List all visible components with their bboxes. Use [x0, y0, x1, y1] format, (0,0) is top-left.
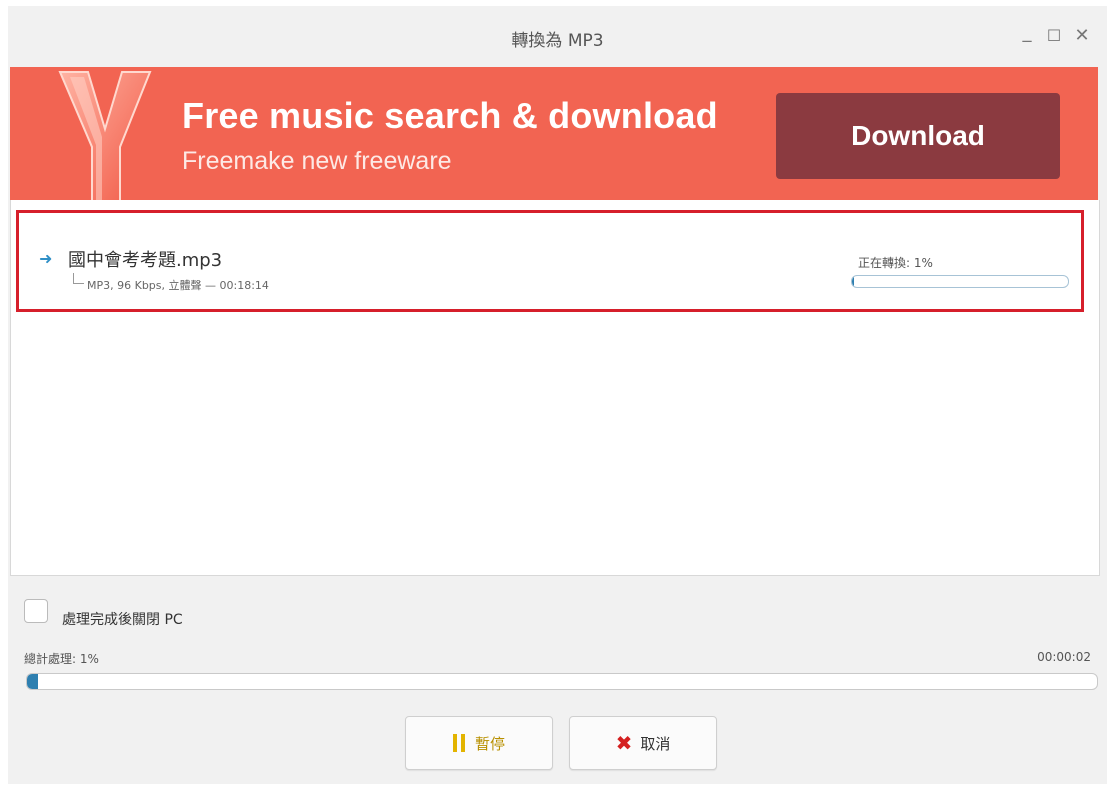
file-details: MP3, 96 Kbps, 立體聲 — 00:18:14 [87, 279, 269, 292]
cancel-button[interactable]: ✖ 取消 [569, 716, 717, 770]
banner-subtitle: Freemake new freeware [182, 147, 452, 175]
item-progress-fill [852, 276, 855, 287]
item-progress-bar [851, 275, 1069, 288]
file-name: 國中會考考題.mp3 [68, 250, 223, 271]
item-status: 正在轉換: 1% [858, 256, 933, 270]
ad-banner[interactable]: Free music search & download Freemake ne… [10, 67, 1098, 217]
total-progress-bar [26, 673, 1098, 690]
shutdown-label: 處理完成後關閉 PC [62, 612, 183, 628]
shutdown-checkbox[interactable] [24, 599, 48, 623]
title-bar: 轉換為 MP3 _ ☐ ✕ [8, 6, 1107, 68]
freemake-y-logo-icon [58, 71, 152, 217]
total-progress-label: 總計處理: 1% [24, 652, 99, 666]
cancel-x-icon: ✖ [615, 731, 633, 755]
window-title: 轉換為 MP3 [511, 31, 604, 51]
download-button[interactable]: Download [776, 93, 1060, 179]
pause-label: 暫停 [474, 734, 505, 753]
pause-button[interactable]: 暫停 [405, 716, 553, 770]
total-progress-fill [27, 674, 38, 689]
arrow-right-icon: ➜ [39, 249, 53, 268]
close-button[interactable]: ✕ [1070, 26, 1094, 46]
cancel-label: 取消 [640, 734, 671, 753]
banner-title: Free music search & download [182, 95, 718, 136]
pause-icon [452, 734, 465, 752]
queue-item[interactable]: ➜ 國中會考考題.mp3 MP3, 96 Kbps, 立體聲 — 00:18:1… [16, 210, 1084, 312]
tree-branch-icon [73, 273, 84, 284]
elapsed-time: 00:00:02 [1037, 650, 1091, 664]
minimize-button[interactable]: _ [1015, 23, 1039, 43]
maximize-button[interactable]: ☐ [1042, 26, 1066, 46]
